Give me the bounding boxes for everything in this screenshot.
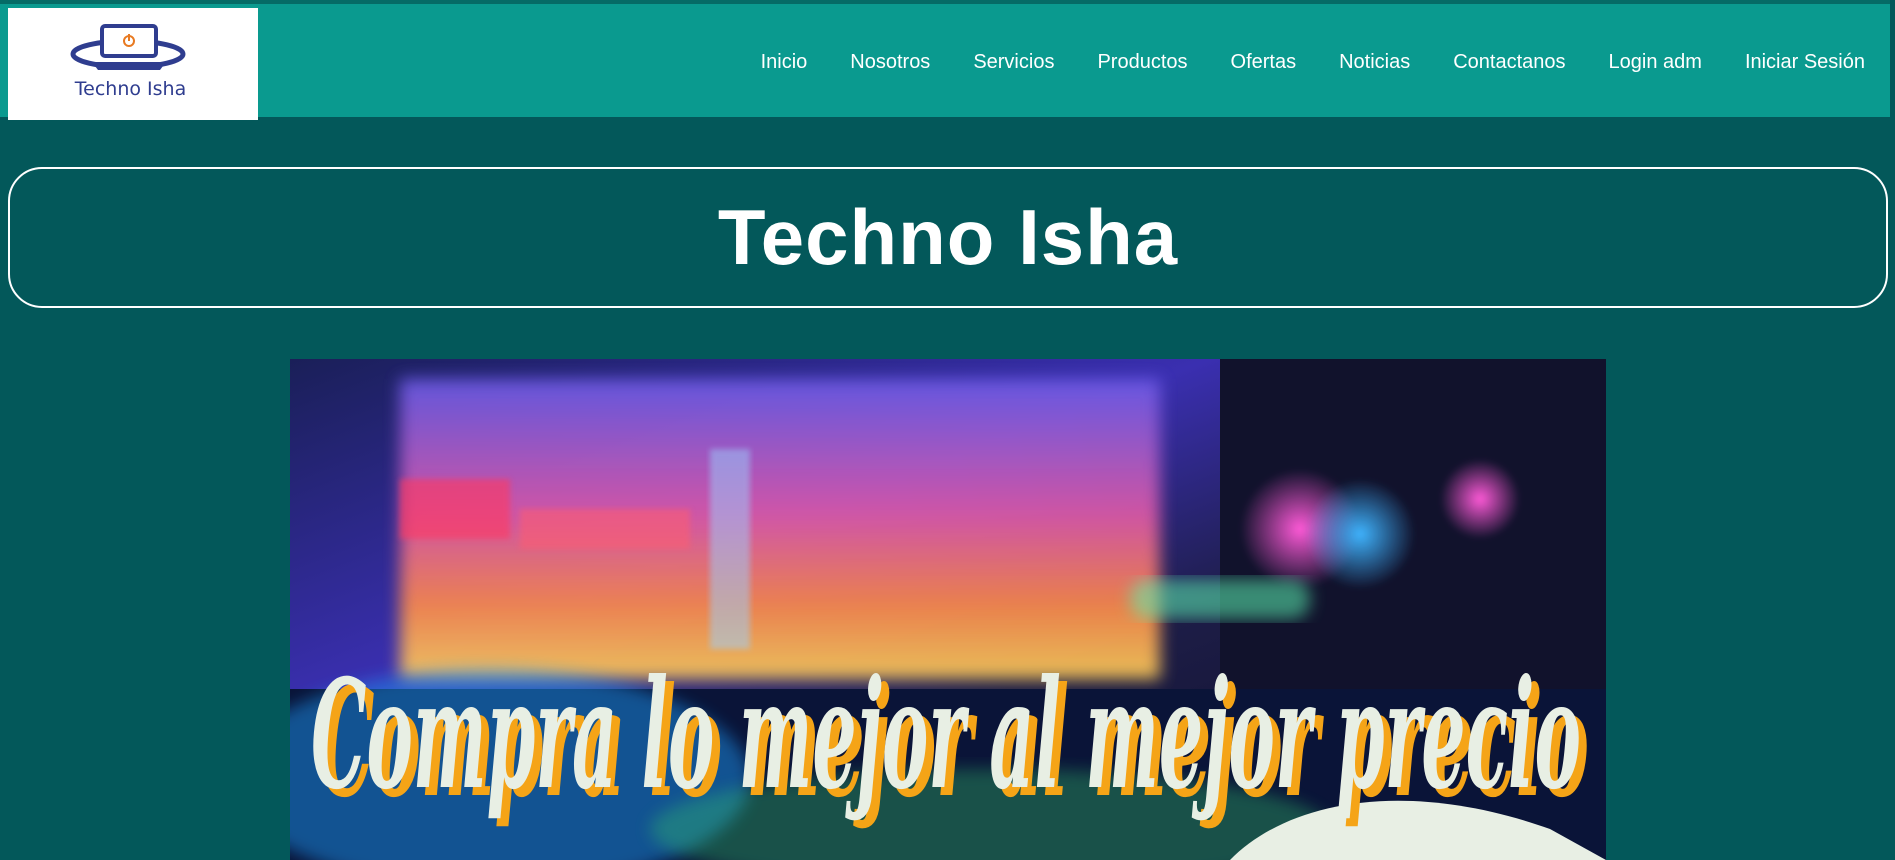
nav-link-inicio[interactable]: Inicio bbox=[761, 51, 808, 74]
site-logo[interactable]: Techno Isha bbox=[8, 8, 258, 120]
nav-link-nosotros[interactable]: Nosotros bbox=[850, 51, 930, 74]
laptop-logo-icon bbox=[70, 24, 186, 70]
nav-link-noticias[interactable]: Noticias bbox=[1339, 51, 1410, 74]
nav-link-login-adm[interactable]: Login adm bbox=[1609, 51, 1702, 74]
navbar: Techno Isha Inicio Nosotros Servicios Produ… bbox=[0, 0, 1890, 120]
nav-link-productos[interactable]: Productos bbox=[1097, 51, 1187, 74]
hero-banner-image: Compra lo mejor al mejor precio Compra l… bbox=[290, 359, 1606, 860]
main-nav: Inicio Nosotros Servicios Productos Ofertas N… bbox=[718, 4, 1890, 121]
nav-link-ofertas[interactable]: Ofertas bbox=[1231, 51, 1297, 74]
title-banner: Techno Isha bbox=[8, 167, 1888, 308]
nav-link-servicios[interactable]: Servicios bbox=[973, 51, 1054, 74]
nav-link-iniciar-sesion[interactable]: Iniciar Sesión bbox=[1745, 51, 1865, 74]
page-title: Techno Isha bbox=[717, 193, 1179, 281]
slogan-text: Compra lo mejor al mejor precio bbox=[311, 647, 1581, 823]
logo-text: Techno Isha bbox=[74, 78, 187, 100]
hero-slogan: Compra lo mejor al mejor precio Compra l… bbox=[311, 647, 1589, 831]
nav-link-contactanos[interactable]: Contactanos bbox=[1453, 51, 1565, 74]
